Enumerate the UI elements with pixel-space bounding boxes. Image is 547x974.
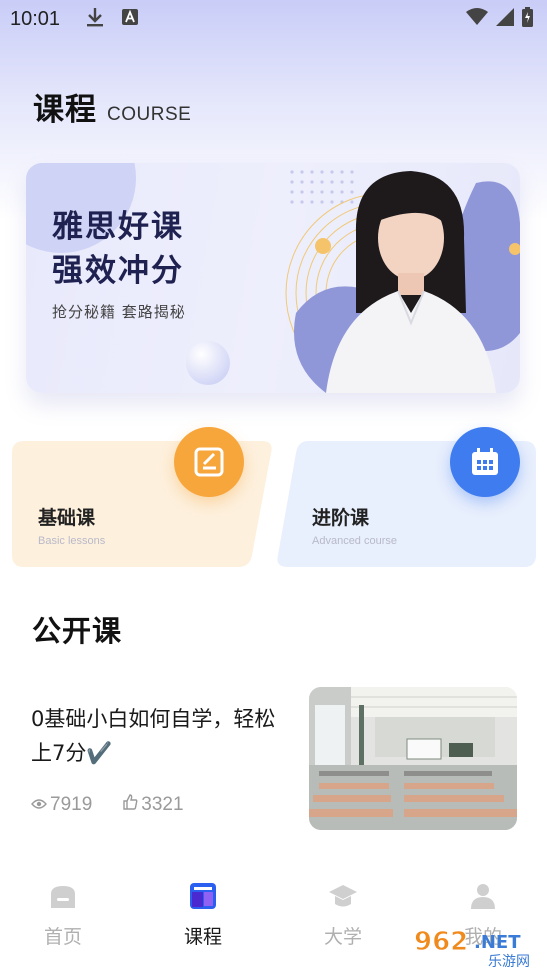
wifi-icon xyxy=(466,8,488,30)
tab-course[interactable]: 课程 xyxy=(158,882,248,949)
page-header: 课程 COURSE xyxy=(33,84,191,129)
tab-home[interactable]: 首页 xyxy=(18,882,108,949)
likes-stat: 3321 xyxy=(122,794,184,816)
banner-headline-2: 强效冲分 xyxy=(52,253,184,289)
banner-ball-decor xyxy=(186,341,230,385)
calendar-icon xyxy=(450,427,520,497)
course-icon xyxy=(189,882,217,914)
tab-label: 首页 xyxy=(43,926,82,948)
public-courses-title: 公开课 xyxy=(32,614,123,648)
course-stats: 7919 3321 xyxy=(31,794,214,816)
teacher-illustration xyxy=(285,171,520,393)
banner-tagline: 抢分秘籍 套路揭秘 xyxy=(52,303,186,321)
promo-banner[interactable]: 雅思好课 强效冲分 抢分秘籍 套路揭秘 xyxy=(26,163,520,393)
signal-icon xyxy=(496,8,514,30)
tab-university[interactable]: 大学 xyxy=(298,882,388,949)
home-icon xyxy=(49,882,77,914)
eye-icon xyxy=(31,794,47,816)
lesson-card-subtitle: Advanced course xyxy=(312,535,397,547)
svg-text:乐游网: 乐游网 xyxy=(488,954,530,968)
tab-label: 课程 xyxy=(183,926,222,948)
status-time: 10:01 xyxy=(10,7,61,30)
course-thumbnail[interactable] xyxy=(309,687,517,830)
page-subtitle: COURSE xyxy=(107,104,192,125)
views-count: 7919 xyxy=(50,794,93,815)
course-title: 0基础小白如何自学，轻松上7分✔️ xyxy=(31,707,276,765)
edit-book-icon xyxy=(174,427,244,497)
lesson-card-title: 进阶课 xyxy=(312,507,370,529)
svg-text:962: 962 xyxy=(414,927,468,957)
graduation-cap-icon xyxy=(328,882,358,914)
views-stat: 7919 xyxy=(31,794,92,816)
status-bar: 10:01 xyxy=(0,0,547,38)
battery-icon xyxy=(522,7,533,31)
page-title: 课程 xyxy=(33,92,97,128)
download-icon xyxy=(86,7,104,31)
thumbs-up-icon xyxy=(122,794,138,816)
site-watermark-logo: 962 .NET 乐游网 xyxy=(412,924,544,971)
course-list-item[interactable]: 0基础小白如何自学，轻松上7分✔️ 7919 3321 xyxy=(0,684,547,834)
lesson-card-title: 基础课 xyxy=(38,507,96,529)
banner-headline-1: 雅思好课 xyxy=(52,209,184,245)
svg-text:.NET: .NET xyxy=(474,932,521,953)
user-icon xyxy=(469,882,497,914)
basic-lessons-card[interactable]: 基础课 Basic lessons xyxy=(12,427,274,567)
tab-label: 大学 xyxy=(323,926,362,948)
keyboard-a-icon xyxy=(122,9,139,29)
lesson-card-subtitle: Basic lessons xyxy=(38,535,106,547)
likes-count: 3321 xyxy=(141,794,184,815)
advanced-course-card[interactable]: 进阶课 Advanced course xyxy=(274,427,536,567)
